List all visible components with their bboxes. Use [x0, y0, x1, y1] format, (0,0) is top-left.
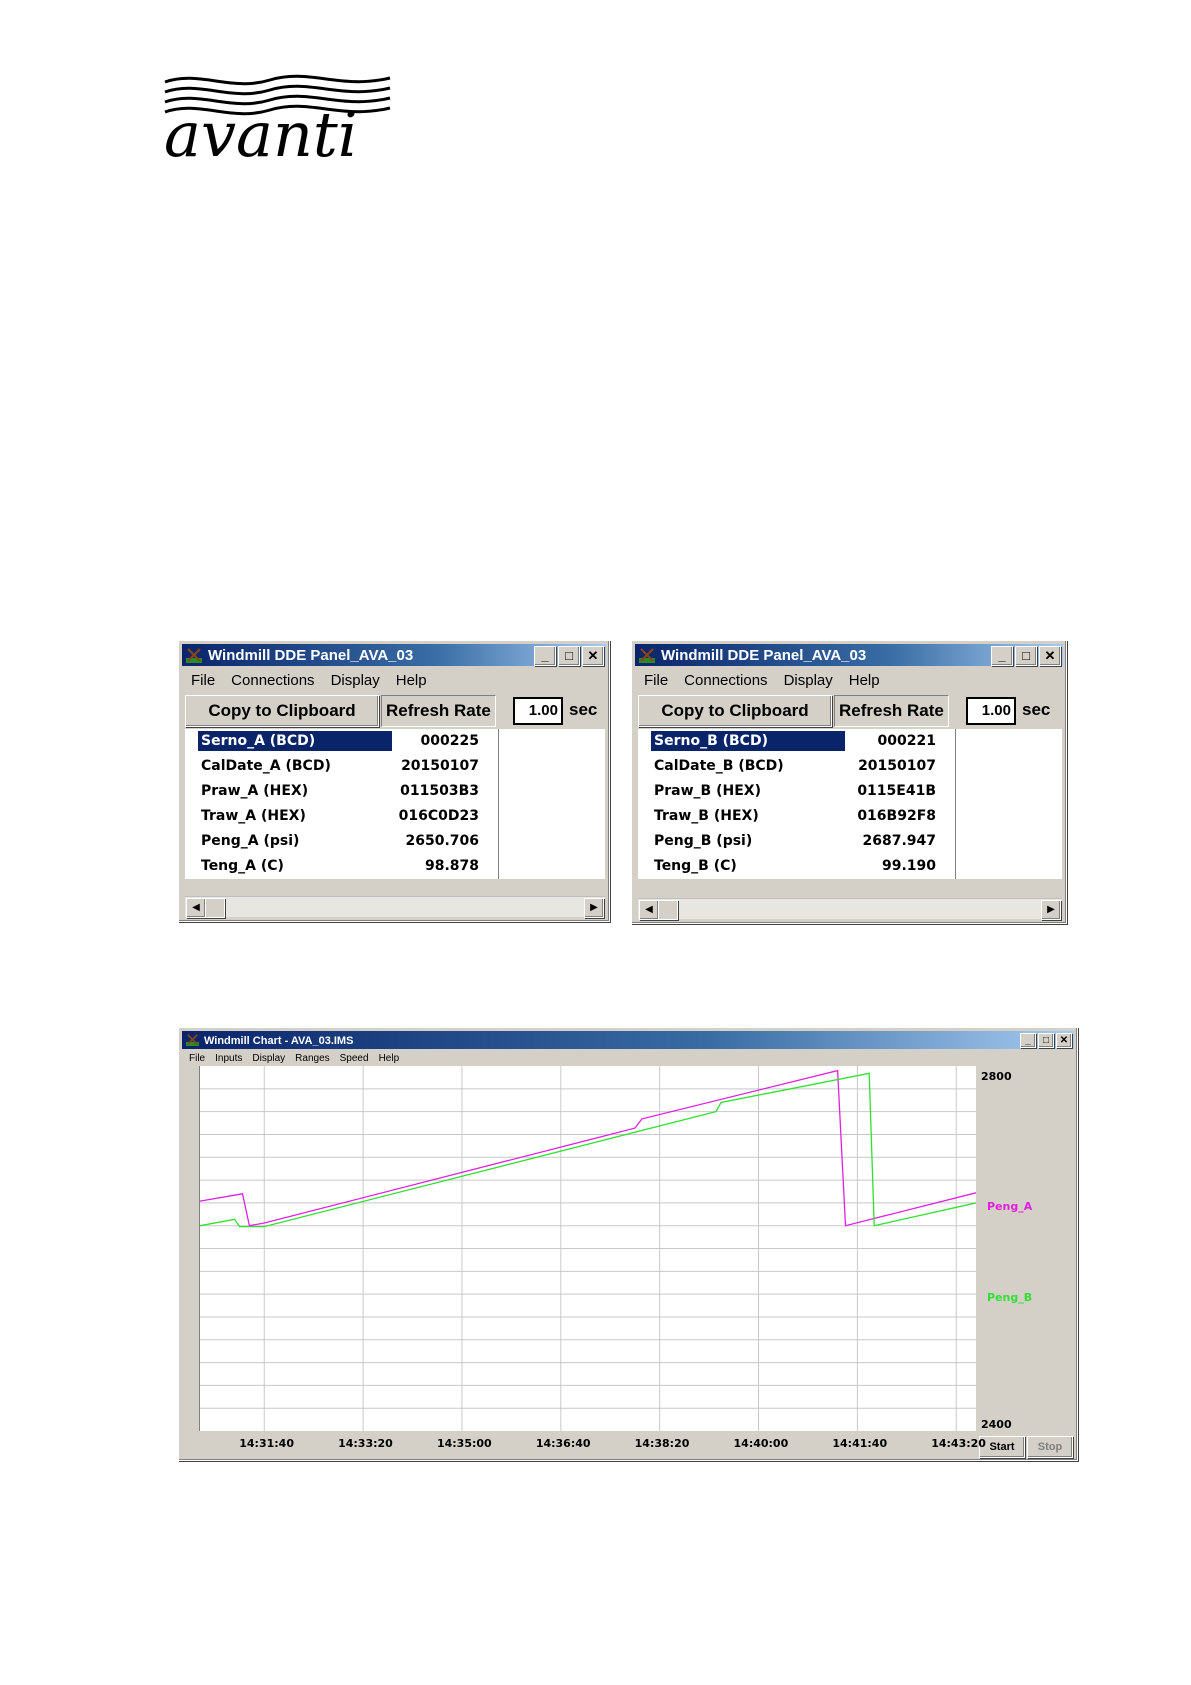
series-line-peng-b — [200, 1072, 976, 1228]
panel-a-title: Windmill DDE Panel_AVA_03 — [208, 647, 414, 664]
menu-help[interactable]: Help — [849, 672, 880, 689]
chart-title: Windmill Chart - AVA_03.IMS — [204, 1035, 354, 1047]
scroll-thumb[interactable] — [205, 898, 225, 918]
list-item[interactable]: Praw_A (HEX) 011503B3 — [185, 779, 605, 803]
list-item[interactable]: Peng_A (psi) 2650.706 — [185, 829, 605, 853]
x-tick-label: 14:35:00 — [436, 1437, 492, 1450]
menu-display[interactable]: Display — [331, 672, 380, 689]
legend-peng-a: Peng_A — [987, 1200, 1033, 1213]
list-item[interactable]: Serno_A (BCD) 000225 — [185, 729, 605, 753]
list-item[interactable]: Teng_B (C) 99.190 — [638, 854, 1062, 878]
maximize-icon: □ — [565, 648, 573, 663]
x-tick-label: 14:31:40 — [239, 1437, 294, 1450]
menu-file[interactable]: File — [644, 672, 668, 689]
windmill-icon — [186, 648, 202, 663]
copy-to-clipboard-button[interactable]: Copy to Clipboard — [638, 695, 832, 727]
close-button[interactable]: ✕ — [1039, 646, 1061, 666]
x-tick-label: 14:36:40 — [535, 1437, 591, 1450]
minimize-icon: _ — [998, 648, 1006, 663]
minimize-button[interactable]: _ — [991, 646, 1013, 666]
windmill-icon — [639, 648, 655, 663]
panel-a-menubar: File Connections Display Help — [183, 669, 605, 691]
stop-button[interactable]: Stop — [1027, 1436, 1073, 1458]
y-max-label: 2800 — [981, 1070, 1012, 1083]
x-tick-label: 14:33:20 — [338, 1437, 393, 1450]
panel-a-titlebar[interactable]: Windmill DDE Panel_AVA_03 _ □ ✕ — [182, 644, 606, 666]
x-tick-label: 14:41:40 — [832, 1437, 888, 1450]
menu-display[interactable]: Display — [784, 672, 833, 689]
close-icon: ✕ — [587, 648, 599, 663]
menu-help[interactable]: Help — [379, 1053, 400, 1064]
scroll-left-icon[interactable]: ◀ — [639, 900, 659, 920]
dde-panel-a-window: Windmill DDE Panel_AVA_03 _ □ ✕ File Con… — [178, 640, 610, 922]
menu-connections[interactable]: Connections — [684, 672, 767, 689]
menu-display[interactable]: Display — [252, 1053, 285, 1064]
horizontal-scrollbar[interactable]: ◀ ▶ — [185, 896, 605, 918]
avanti-logo: avanti — [164, 74, 391, 170]
chart-menubar: File Inputs Display Ranges Speed Help — [183, 1050, 1073, 1066]
windmill-icon — [186, 1034, 199, 1046]
chart-plot-area — [199, 1066, 976, 1431]
minimize-button[interactable]: _ — [534, 646, 556, 666]
refresh-rate-input[interactable]: 1.00 — [513, 697, 563, 725]
chart-window: Windmill Chart - AVA_03.IMS _ □ ✕ File I… — [178, 1027, 1078, 1461]
menu-help[interactable]: Help — [396, 672, 427, 689]
list-item[interactable]: Serno_B (BCD) 000221 — [638, 729, 1062, 753]
minimize-icon: _ — [1025, 1035, 1031, 1046]
menu-connections[interactable]: Connections — [231, 672, 314, 689]
menu-file[interactable]: File — [189, 1053, 205, 1064]
scroll-thumb[interactable] — [658, 900, 678, 920]
dde-panel-b-window: Windmill DDE Panel_AVA_03 _ □ ✕ File Con… — [631, 640, 1067, 924]
svg-text:avanti: avanti — [164, 98, 358, 170]
close-button[interactable]: ✕ — [582, 646, 604, 666]
close-icon: ✕ — [1044, 648, 1056, 663]
horizontal-scrollbar[interactable]: ◀ ▶ — [638, 898, 1062, 920]
close-icon: ✕ — [1059, 1035, 1069, 1046]
minimize-button[interactable]: _ — [1020, 1033, 1036, 1048]
panel-b-menubar: File Connections Display Help — [636, 669, 1062, 691]
minimize-icon: _ — [541, 648, 549, 663]
chart-right-panel: 2800 Peng_A Peng_B 2400 Start Stop — [977, 1066, 1075, 1466]
panel-a-toolbar: Copy to Clipboard Refresh Rate 1.00 sec — [185, 695, 605, 727]
x-tick-label: 14:40:00 — [733, 1437, 789, 1450]
maximize-icon: □ — [1022, 648, 1030, 663]
list-item[interactable]: Praw_B (HEX) 0115E41B — [638, 779, 1062, 803]
menu-file[interactable]: File — [191, 672, 215, 689]
list-item[interactable]: Traw_A (HEX) 016C0D23 — [185, 804, 605, 828]
list-item[interactable]: Peng_B (psi) 2687.947 — [638, 829, 1062, 853]
list-item[interactable]: CalDate_B (BCD) 20150107 — [638, 754, 1062, 778]
refresh-unit-label: sec — [1022, 700, 1051, 719]
refresh-rate-input[interactable]: 1.00 — [966, 697, 1016, 725]
maximize-button[interactable]: □ — [558, 646, 580, 666]
list-item[interactable]: Traw_B (HEX) 016B92F8 — [638, 804, 1062, 828]
y-min-label: 2400 — [981, 1418, 1012, 1431]
maximize-button[interactable]: □ — [1015, 646, 1037, 666]
panel-b-toolbar: Copy to Clipboard Refresh Rate 1.00 sec — [638, 695, 1062, 727]
x-tick-label: 14:43:20 — [931, 1437, 986, 1450]
maximize-icon: □ — [1042, 1035, 1050, 1046]
scroll-right-icon[interactable]: ▶ — [1041, 900, 1061, 920]
panel-b-title: Windmill DDE Panel_AVA_03 — [661, 647, 867, 664]
refresh-rate-label: Refresh Rate — [381, 695, 496, 727]
refresh-rate-label: Refresh Rate — [834, 695, 949, 727]
maximize-button[interactable]: □ — [1038, 1033, 1054, 1048]
refresh-unit-label: sec — [569, 700, 598, 719]
scroll-left-icon[interactable]: ◀ — [186, 898, 206, 918]
panel-b-titlebar[interactable]: Windmill DDE Panel_AVA_03 _ □ ✕ — [635, 644, 1063, 666]
chart-titlebar[interactable]: Windmill Chart - AVA_03.IMS _ □ ✕ — [182, 1031, 1074, 1049]
menu-ranges[interactable]: Ranges — [295, 1053, 329, 1064]
legend-peng-b: Peng_B — [987, 1291, 1033, 1304]
close-button[interactable]: ✕ — [1056, 1033, 1072, 1048]
panel-b-list: Serno_B (BCD) 000221 CalDate_B (BCD) 20150… — [638, 729, 1062, 879]
menu-speed[interactable]: Speed — [340, 1053, 369, 1064]
menu-inputs[interactable]: Inputs — [215, 1053, 242, 1064]
panel-a-list: Serno_A (BCD) 000225 CalDate_A (BCD) 20150… — [185, 729, 605, 879]
copy-to-clipboard-button[interactable]: Copy to Clipboard — [185, 695, 379, 727]
list-item[interactable]: Teng_A (C) 98.878 — [185, 854, 605, 878]
scroll-right-icon[interactable]: ▶ — [584, 898, 604, 918]
x-tick-label: 14:38:20 — [634, 1437, 690, 1450]
list-item[interactable]: CalDate_A (BCD) 20150107 — [185, 754, 605, 778]
x-axis: 14:31:40 14:33:20 14:35:00 14:36:40 14:38:20… — [199, 1432, 986, 1456]
